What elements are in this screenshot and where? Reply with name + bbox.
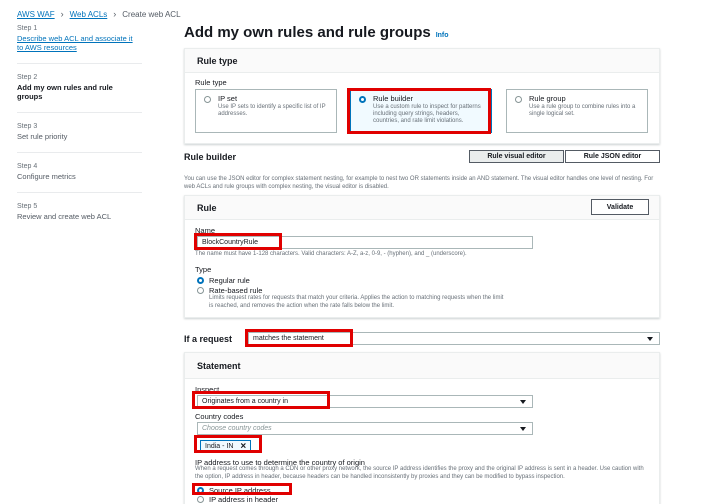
breadcrumb-separator-icon: ›: [113, 9, 117, 19]
chevron-down-icon: [520, 427, 526, 431]
tile-desc: Use a rule group to combine rules into a…: [529, 104, 636, 117]
chevron-down-icon: [520, 400, 526, 404]
breadcrumb-aws-waf[interactable]: AWS WAF: [17, 10, 55, 19]
step-1: Step 1 Describe web ACL and associate it…: [17, 25, 137, 52]
statement-header: Statement: [185, 353, 659, 379]
tile-rule-group[interactable]: Rule group Use a rule group to combine r…: [506, 89, 648, 133]
step-number: Step 3: [17, 123, 38, 130]
breadcrumb: AWS WAF › Web ACLs › Create web ACL: [17, 9, 181, 19]
radio-regular-rule[interactable]: [197, 277, 204, 284]
radio-rule-group[interactable]: [515, 96, 522, 103]
rule-header-title: Rule: [197, 202, 217, 213]
type-label: Type: [195, 265, 212, 274]
page-header: Add my own rules and rule groups Info: [184, 24, 660, 41]
validate-button[interactable]: Validate: [591, 199, 649, 215]
page-title: Add my own rules and rule groups Info: [184, 24, 660, 41]
step-number: Step 2: [17, 74, 38, 81]
step-3-title: Set rule priority: [17, 132, 68, 141]
step-divider: [17, 63, 142, 64]
radio-ip-in-header[interactable]: [197, 496, 204, 503]
step-4-title: Configure metrics: [17, 172, 76, 181]
rule-json-editor-tab[interactable]: Rule JSON editor: [565, 150, 660, 163]
name-hint: The name must have 1-128 characters. Val…: [195, 251, 467, 257]
info-link[interactable]: Info: [436, 32, 449, 39]
step-2-title: Add my own rules and rule groups: [17, 83, 113, 101]
breadcrumb-separator-icon: ›: [60, 9, 64, 19]
country-codes-select[interactable]: Choose country codes: [197, 422, 533, 435]
tile-ip-set[interactable]: IP set Use IP sets to identify a specifi…: [195, 89, 337, 133]
rule-header: Rule: [185, 196, 659, 220]
rule-type-label: Rule type: [195, 78, 227, 87]
wizard-steps: Step 1 Describe web ACL and associate it…: [17, 25, 142, 232]
country-token-label: India - IN: [205, 442, 234, 450]
country-token: India - IN ×: [200, 440, 252, 452]
radio-source-ip[interactable]: [197, 487, 204, 494]
tile-desc: Use IP sets to identify a specific list …: [218, 104, 326, 117]
rule-visual-editor-tab[interactable]: Rule visual editor: [469, 150, 564, 163]
step-number: Step 4: [17, 163, 38, 170]
step-4: Step 4 Configure metrics: [17, 163, 137, 181]
inspect-select[interactable]: Originates from a country in: [197, 395, 533, 408]
country-codes-placeholder: Choose country codes: [202, 425, 272, 432]
rule-type-header: Rule type: [185, 49, 659, 73]
source-ip-label: Source IP address: [209, 486, 271, 495]
ip-in-header-label: IP address in header: [209, 495, 279, 504]
rule-builder-title: Rule builder: [184, 152, 237, 162]
name-label: Name: [195, 226, 216, 235]
name-input[interactable]: BlockCountryRule: [197, 236, 533, 249]
step-number: Step 1: [17, 25, 38, 32]
step-divider: [17, 192, 142, 193]
tile-title: Rule group: [529, 94, 566, 103]
tile-title: IP set: [218, 94, 238, 103]
breadcrumb-web-acls[interactable]: Web ACLs: [70, 10, 108, 19]
page-title-text: Add my own rules and rule groups: [184, 24, 431, 41]
step-divider: [17, 112, 142, 113]
rate-based-rule-label: Rate-based rule: [209, 286, 263, 295]
statement-panel: Statement Inspect Originates from a coun…: [184, 352, 660, 504]
request-match-select[interactable]: matches the statement: [248, 332, 660, 345]
step-number: Step 5: [17, 203, 38, 210]
radio-rate-based-rule[interactable]: [197, 287, 204, 294]
tile-title: Rule builder: [373, 94, 414, 103]
step-3: Step 3 Set rule priority: [17, 123, 137, 141]
step-5: Step 5 Review and create web ACL: [17, 203, 137, 221]
if-request-label: If a request: [184, 334, 233, 344]
close-icon[interactable]: ×: [240, 441, 246, 452]
chevron-down-icon: [647, 337, 653, 341]
rate-based-desc: Limits request rates for requests that m…: [209, 295, 504, 309]
tile-rule-builder[interactable]: Rule builder Use a custom rule to inspec…: [350, 89, 492, 133]
request-match-value: matches the statement: [253, 335, 324, 342]
radio-ip-set[interactable]: [204, 96, 211, 103]
rule-type-panel: Rule type Rule type IP set Use IP sets t…: [184, 48, 660, 144]
inspect-value: Originates from a country in: [202, 398, 288, 405]
step-1-link[interactable]: Describe web ACL and associate it to AWS…: [17, 34, 137, 52]
country-codes-label: Country codes: [195, 412, 244, 421]
rule-panel: Rule Validate Name BlockCountryRule The …: [184, 195, 660, 318]
step-2: Step 2 Add my own rules and rule groups: [17, 74, 137, 101]
step-divider: [17, 152, 142, 153]
breadcrumb-current: Create web ACL: [122, 9, 181, 19]
step-5-title: Review and create web ACL: [17, 212, 112, 221]
regular-rule-label: Regular rule: [209, 276, 250, 285]
inspect-label: Inspect: [195, 385, 220, 394]
radio-rule-builder[interactable]: [359, 96, 366, 103]
ip-address-desc: When a request comes through a CDN or ot…: [195, 466, 644, 480]
rule-builder-description: You can use the JSON editor for complex …: [184, 176, 654, 190]
tile-desc: Use a custom rule to inspect for pattern…: [373, 104, 481, 124]
